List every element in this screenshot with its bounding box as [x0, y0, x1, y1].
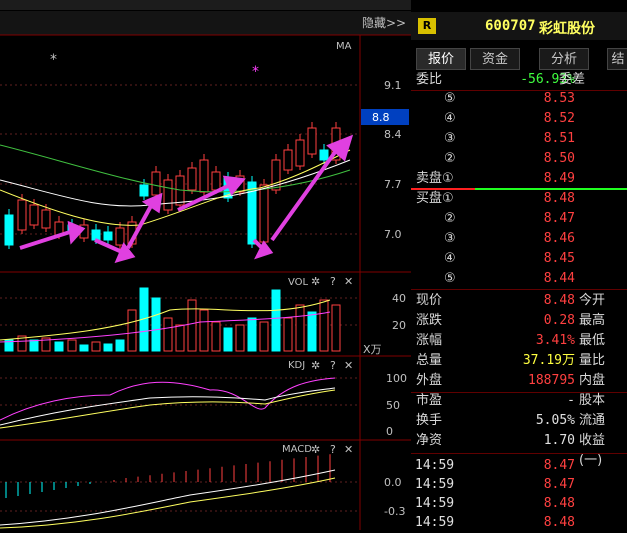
price-axis-ticks: 9.1 8.4 7.7 7.0 — [384, 79, 402, 241]
kdj-tick: 100 — [386, 372, 407, 385]
stat-row: 现价 8.48 今开 — [416, 293, 606, 308]
vol-tick: 40 — [392, 292, 406, 305]
help-icon[interactable]: ? — [330, 359, 336, 372]
ma-label: MA — [336, 41, 352, 52]
macd-bars — [5, 454, 331, 498]
marker-star: * — [50, 52, 57, 68]
chart-header-bar — [0, 11, 411, 35]
vol-label: VOL — [288, 277, 309, 288]
sell-level: ② 8.50 — [444, 151, 575, 166]
buy-level: ④ 8.45 — [444, 251, 575, 266]
sell-level: ③ 8.51 — [444, 131, 575, 146]
stat2-row: 净资 1.70 收益(一) — [416, 433, 606, 468]
kdj-label: KDJ — [288, 360, 305, 371]
weibi-row: 委比 -56.93% 委差 — [416, 72, 586, 87]
gear-icon[interactable]: ✲ — [311, 359, 320, 372]
stat-row: 总量 37.19万 量比 — [416, 353, 606, 368]
tab-fund[interactable]: 资金 — [470, 48, 520, 70]
tick-row: 14:59 8.47 — [415, 477, 575, 492]
tick-row: 14:59 8.48 — [415, 496, 575, 511]
buy-level: 买盘① 8.48 — [416, 191, 575, 206]
close-icon[interactable]: ✕ — [344, 443, 353, 456]
vol-unit: X万 — [363, 343, 382, 356]
buy-level: ② 8.47 — [444, 211, 575, 226]
quote-panel: 隐藏>> R 600707 彩虹股份 报价 资金 分析 结 委比 -56.93%… — [362, 0, 627, 530]
buy-level: ③ 8.46 — [444, 231, 575, 246]
tab-more[interactable]: 结 — [607, 48, 627, 70]
sell-level: 卖盘① 8.49 — [416, 171, 575, 186]
chart-area[interactable]: * * MA 9.18.47.77.0 8.8 VOL 4020 X万 KDJ … — [0, 0, 411, 530]
sell-level: ⑤ 8.53 — [444, 91, 575, 106]
marker-star-magenta: * — [252, 64, 259, 80]
stat2-row: 市盈 - 股本 — [416, 393, 606, 408]
buy-level: ⑤ 8.44 — [444, 271, 575, 286]
kdj-tick: 50 — [386, 399, 400, 412]
close-icon[interactable]: ✕ — [344, 359, 353, 372]
hide-button[interactable]: 隐藏>> — [362, 14, 406, 31]
gear-icon[interactable]: ✲ — [311, 443, 320, 456]
macd-label: MACD — [282, 444, 312, 455]
kdj-tick: 0 — [386, 425, 393, 438]
help-icon[interactable]: ? — [330, 443, 336, 456]
stock-name: 彩虹股份 — [539, 21, 595, 37]
price-tick: 9.1 — [384, 79, 402, 92]
close-icon[interactable]: ✕ — [344, 275, 353, 288]
help-icon[interactable]: ? — [330, 275, 336, 288]
macd-tick: 0.0 — [384, 476, 402, 489]
stat-row: 涨跌 0.28 最高 — [416, 313, 606, 328]
stat-row: 外盘 188795 内盘 — [416, 373, 606, 388]
stat2-row: 换手 5.05% 流通 — [416, 413, 606, 428]
gear-icon[interactable]: ✲ — [311, 275, 320, 288]
price-tick: 7.0 — [384, 228, 402, 241]
badge: R — [418, 18, 436, 34]
vol-tick: 20 — [392, 319, 406, 332]
macd-tick: -0.3 — [384, 505, 405, 518]
stat-row: 涨幅 3.41% 最低 — [416, 333, 606, 348]
tick-row: 14:59 8.47 — [415, 458, 575, 473]
sell-level: ④ 8.52 — [444, 111, 575, 126]
panel-icons: ✲? ✕ ✲? ✕ ✲? ✕ — [311, 275, 353, 456]
tick-row: 14:59 8.48 — [415, 515, 575, 530]
current-price-label: 8.8 — [372, 111, 390, 124]
price-tick: 8.4 — [384, 128, 402, 141]
price-tick: 7.7 — [384, 178, 402, 191]
volume-bars — [4, 287, 341, 352]
tab-analysis[interactable]: 分析 — [539, 48, 589, 70]
stock-code: 600707 — [485, 18, 536, 34]
tab-quote[interactable]: 报价 — [416, 48, 466, 70]
